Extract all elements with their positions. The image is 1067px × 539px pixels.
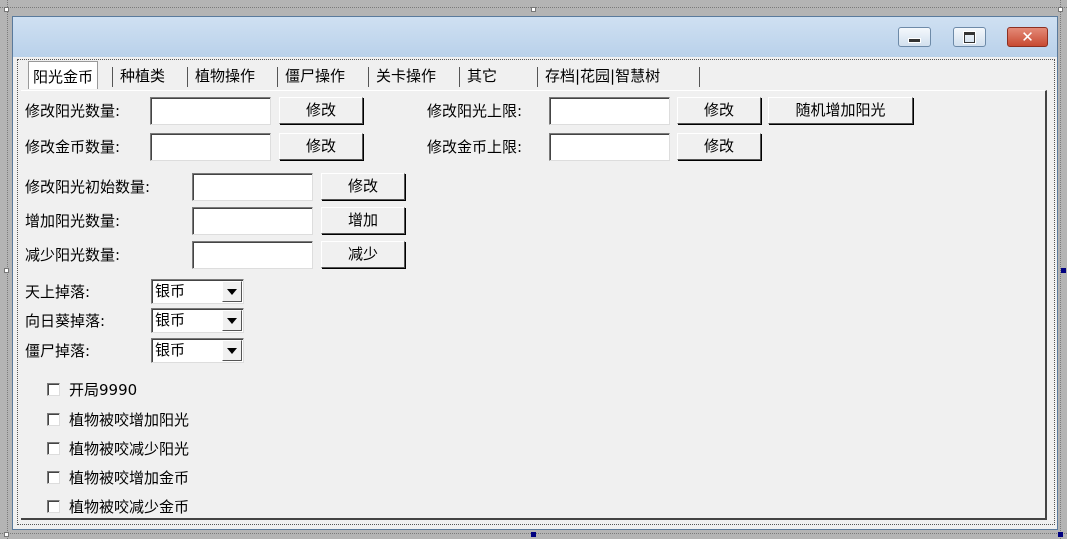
sunflower-drop-label: 向日葵掉落:	[25, 312, 106, 330]
checkbox-bitten-add-coin[interactable]: 植物被咬增加金币	[47, 465, 189, 489]
modify-coin-limit-label: 修改金币上限:	[427, 138, 523, 156]
checkbox-bitten-add-sun[interactable]: 植物被咬增加阳光	[47, 407, 189, 431]
dropdown-button[interactable]	[222, 340, 242, 361]
checkbox-box[interactable]	[47, 441, 60, 455]
resize-handle-bottom-left[interactable]	[4, 532, 9, 537]
resize-handle-top[interactable]	[531, 7, 536, 12]
reduce-sun-label: 减少阳光数量:	[25, 246, 121, 264]
close-icon: ✕	[1021, 27, 1034, 46]
sky-drop-select[interactable]: 银币	[151, 279, 244, 304]
tab-separator	[537, 67, 538, 87]
reduce-sun-input[interactable]	[192, 241, 313, 269]
modify-sun-limit-input[interactable]	[549, 97, 670, 125]
add-sun-label: 增加阳光数量:	[25, 212, 121, 230]
checkbox-label: 植物被咬减少金币	[69, 497, 190, 516]
title-bar[interactable]: ✕	[13, 17, 1057, 57]
zombie-drop-label: 僵尸掉落:	[25, 342, 91, 360]
modify-sun-label: 修改阳光数量:	[25, 102, 121, 120]
zombie-drop-value: 银币	[155, 341, 186, 359]
tab-level-ops[interactable]: 关卡操作	[372, 63, 440, 89]
sky-drop-label: 天上掉落:	[25, 283, 91, 301]
maximize-icon	[964, 31, 975, 43]
sunflower-drop-value: 银币	[155, 311, 186, 329]
modify-sun-button[interactable]: 修改	[279, 97, 363, 124]
checkbox-label: 植物被咬增加金币	[69, 468, 190, 487]
resize-handle-right[interactable]	[1061, 268, 1066, 273]
dialog-window: ✕ 阳光金币 种植类 植物操作 僵尸操作 关卡操作 其它 存档|花园|智慧树 修…	[12, 16, 1058, 530]
checkbox-box[interactable]	[47, 470, 60, 484]
modify-coin-button[interactable]: 修改	[279, 133, 363, 160]
checkbox-label: 开局9990	[69, 380, 138, 399]
chevron-down-icon	[227, 347, 237, 354]
tab-separator	[699, 67, 700, 87]
tab-separator	[277, 67, 278, 87]
resize-handle-top-right[interactable]	[1058, 7, 1063, 12]
modify-sun-limit-label: 修改阳光上限:	[427, 102, 523, 120]
tab-separator	[112, 67, 113, 87]
modify-sun-limit-button[interactable]: 修改	[677, 97, 761, 124]
minimize-icon	[908, 37, 921, 43]
checkbox-bitten-reduce-sun[interactable]: 植物被咬减少阳光	[47, 436, 189, 460]
tab-separator	[459, 67, 460, 87]
modify-coin-input[interactable]	[150, 133, 271, 161]
tab-separator	[187, 67, 188, 87]
modify-sun-input[interactable]	[150, 97, 271, 125]
tab-save-garden-tree[interactable]: 存档|花园|智慧树	[541, 63, 664, 89]
tab-plant-ops[interactable]: 植物操作	[191, 63, 259, 89]
add-sun-button[interactable]: 增加	[321, 207, 405, 234]
checkbox-bitten-reduce-coin[interactable]: 植物被咬减少金币	[47, 494, 189, 518]
checkbox-box[interactable]	[47, 412, 60, 426]
checkbox-box[interactable]	[47, 382, 60, 396]
reduce-sun-button[interactable]: 减少	[321, 241, 405, 268]
checkbox-start-9990[interactable]: 开局9990	[47, 377, 137, 401]
modify-coin-label: 修改金币数量:	[25, 138, 121, 156]
tab-planting[interactable]: 种植类	[116, 63, 169, 89]
tab-sun-coin[interactable]: 阳光金币	[28, 61, 99, 89]
resize-handle-top-left[interactable]	[4, 7, 9, 12]
modify-coin-limit-button[interactable]: 修改	[677, 133, 761, 160]
dropdown-button[interactable]	[222, 310, 242, 331]
tab-panel-sun-coin: 修改阳光数量: 修改 修改阳光上限: 修改 随机增加阳光 修改金币数量: 修改 …	[21, 90, 1047, 520]
resize-handle-bottom-right[interactable]	[1058, 532, 1063, 537]
resize-handle-bottom[interactable]	[531, 532, 536, 537]
tab-other[interactable]: 其它	[463, 63, 501, 89]
checkbox-label: 植物被咬减少阳光	[69, 439, 190, 458]
initial-sun-button[interactable]: 修改	[321, 173, 405, 200]
close-button[interactable]: ✕	[1007, 27, 1048, 47]
chevron-down-icon	[227, 288, 237, 295]
zombie-drop-select[interactable]: 银币	[151, 338, 244, 363]
resize-handle-left[interactable]	[4, 268, 9, 273]
add-sun-input[interactable]	[192, 207, 313, 235]
dropdown-button[interactable]	[222, 281, 242, 302]
initial-sun-input[interactable]	[192, 173, 313, 201]
chevron-down-icon	[227, 317, 237, 324]
sunflower-drop-select[interactable]: 银币	[151, 308, 244, 333]
checkbox-label: 植物被咬增加阳光	[69, 410, 190, 429]
maximize-button[interactable]	[953, 27, 986, 47]
modify-coin-limit-input[interactable]	[549, 133, 670, 161]
sky-drop-value: 银币	[155, 282, 186, 300]
random-add-sun-button[interactable]: 随机增加阳光	[768, 97, 913, 124]
minimize-button[interactable]	[898, 27, 931, 47]
tab-zombie-ops[interactable]: 僵尸操作	[281, 63, 349, 89]
initial-sun-label: 修改阳光初始数量:	[25, 178, 151, 196]
tab-separator	[368, 67, 369, 87]
checkbox-box[interactable]	[47, 499, 60, 513]
